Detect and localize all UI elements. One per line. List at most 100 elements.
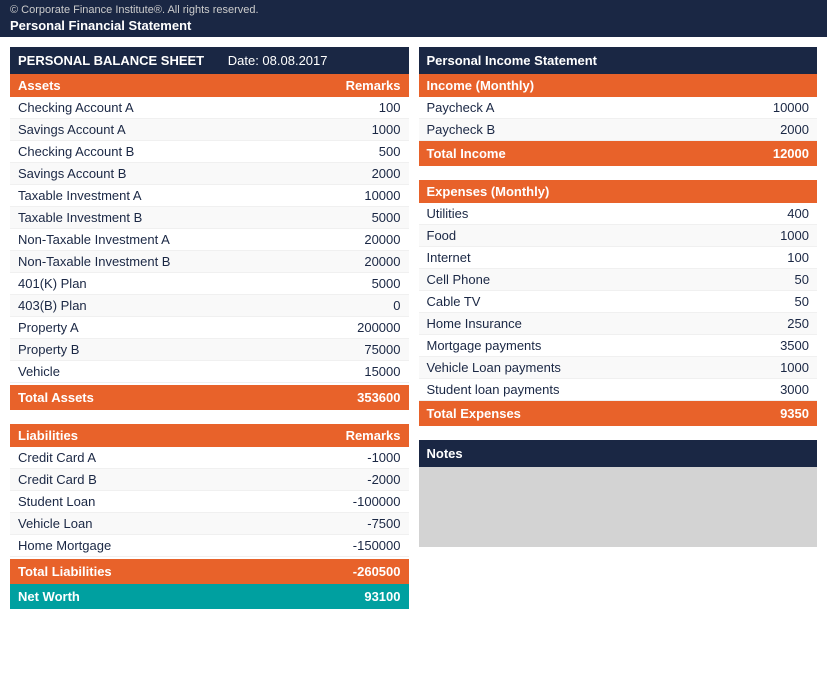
notes-label: Notes xyxy=(427,446,463,461)
expense-value: 400 xyxy=(787,206,809,221)
expense-value: 3500 xyxy=(780,338,809,353)
table-row: Cable TV 50 xyxy=(419,291,818,313)
asset-label: Non-Taxable Investment A xyxy=(18,232,170,247)
table-row: Paycheck A 10000 xyxy=(419,97,818,119)
expenses-monthly-header: Expenses (Monthly) xyxy=(419,180,818,203)
asset-label: Savings Account B xyxy=(18,166,126,181)
balance-sheet-header: PERSONAL BALANCE SHEET Date: 08.08.2017 xyxy=(10,47,409,74)
income-label: Paycheck A xyxy=(427,100,495,115)
table-row: Property B 75000 xyxy=(10,339,409,361)
table-row: Savings Account A 1000 xyxy=(10,119,409,141)
liabilities-remarks-label: Remarks xyxy=(346,428,401,443)
asset-value: 15000 xyxy=(364,364,400,379)
total-income-row: Total Income 12000 xyxy=(419,141,818,166)
asset-value: 100 xyxy=(379,100,401,115)
expense-label: Internet xyxy=(427,250,471,265)
expense-label: Home Insurance xyxy=(427,316,522,331)
app-title: Personal Financial Statement xyxy=(10,18,817,33)
net-worth-label: Net Worth xyxy=(18,589,80,604)
total-assets-row: Total Assets 353600 xyxy=(10,385,409,410)
liability-value: -100000 xyxy=(353,494,401,509)
table-row: Non-Taxable Investment A 20000 xyxy=(10,229,409,251)
asset-label: Property B xyxy=(18,342,79,357)
expense-label: Food xyxy=(427,228,457,243)
table-row: Non-Taxable Investment B 20000 xyxy=(10,251,409,273)
expense-value: 50 xyxy=(795,272,809,287)
total-liabilities-value: -260500 xyxy=(353,564,401,579)
total-expenses-value: 9350 xyxy=(780,406,809,421)
income-statement-header: Personal Income Statement xyxy=(419,47,818,74)
table-row: Taxable Investment B 5000 xyxy=(10,207,409,229)
liabilities-section: Liabilities Remarks Credit Card A -1000 … xyxy=(10,424,409,609)
asset-value: 1000 xyxy=(372,122,401,137)
liability-label: Credit Card B xyxy=(18,472,97,487)
asset-label: Taxable Investment B xyxy=(18,210,142,225)
expense-value: 50 xyxy=(795,294,809,309)
asset-value: 20000 xyxy=(364,232,400,247)
table-row: Home Insurance 250 xyxy=(419,313,818,335)
table-row: Food 1000 xyxy=(419,225,818,247)
balance-sheet-date: Date: 08.08.2017 xyxy=(228,53,328,68)
expense-label: Cell Phone xyxy=(427,272,491,287)
table-row: Credit Card A -1000 xyxy=(10,447,409,469)
expense-label: Vehicle Loan payments xyxy=(427,360,561,375)
asset-value: 20000 xyxy=(364,254,400,269)
table-row: Credit Card B -2000 xyxy=(10,469,409,491)
table-row: Checking Account B 500 xyxy=(10,141,409,163)
asset-label: 403(B) Plan xyxy=(18,298,87,313)
liability-label: Vehicle Loan xyxy=(18,516,92,531)
assets-list: Checking Account A 100 Savings Account A… xyxy=(10,97,409,383)
total-liabilities-row: Total Liabilities -260500 xyxy=(10,559,409,584)
asset-value: 75000 xyxy=(364,342,400,357)
income-value: 2000 xyxy=(780,122,809,137)
liabilities-list: Credit Card A -1000 Credit Card B -2000 … xyxy=(10,447,409,557)
total-liabilities-label: Total Liabilities xyxy=(18,564,112,579)
expense-label: Student loan payments xyxy=(427,382,560,397)
expense-value: 250 xyxy=(787,316,809,331)
notes-body xyxy=(419,467,818,547)
right-panel: Personal Income Statement Income (Monthl… xyxy=(419,47,818,609)
expenses-list: Utilities 400 Food 1000 Internet 100 Cel… xyxy=(419,203,818,401)
left-panel: PERSONAL BALANCE SHEET Date: 08.08.2017 … xyxy=(10,47,409,609)
table-row: Internet 100 xyxy=(419,247,818,269)
asset-label: 401(K) Plan xyxy=(18,276,87,291)
expense-value: 1000 xyxy=(780,228,809,243)
asset-value: 0 xyxy=(393,298,400,313)
liability-value: -2000 xyxy=(367,472,400,487)
asset-label: Property A xyxy=(18,320,79,335)
table-row: Taxable Investment A 10000 xyxy=(10,185,409,207)
net-worth-value: 93100 xyxy=(364,589,400,604)
table-row: Vehicle Loan payments 1000 xyxy=(419,357,818,379)
income-value: 10000 xyxy=(773,100,809,115)
liability-value: -150000 xyxy=(353,538,401,553)
table-row: Student loan payments 3000 xyxy=(419,379,818,401)
table-row: Student Loan -100000 xyxy=(10,491,409,513)
asset-label: Non-Taxable Investment B xyxy=(18,254,170,269)
liability-label: Home Mortgage xyxy=(18,538,111,553)
table-row: 403(B) Plan 0 xyxy=(10,295,409,317)
table-row: Vehicle 15000 xyxy=(10,361,409,383)
expense-value: 100 xyxy=(787,250,809,265)
expenses-monthly-label: Expenses (Monthly) xyxy=(427,184,550,199)
asset-label: Taxable Investment A xyxy=(18,188,142,203)
assets-label: Assets xyxy=(18,78,61,93)
total-assets-value: 353600 xyxy=(357,390,400,405)
table-row: Cell Phone 50 xyxy=(419,269,818,291)
asset-label: Checking Account B xyxy=(18,144,134,159)
table-row: 401(K) Plan 5000 xyxy=(10,273,409,295)
income-label: Paycheck B xyxy=(427,122,496,137)
notes-header: Notes xyxy=(419,440,818,467)
asset-value: 10000 xyxy=(364,188,400,203)
asset-label: Savings Account A xyxy=(18,122,126,137)
assets-col-header: Assets Remarks xyxy=(10,74,409,97)
income-statement-title: Personal Income Statement xyxy=(427,53,598,68)
expense-value: 1000 xyxy=(780,360,809,375)
expense-value: 3000 xyxy=(780,382,809,397)
table-row: Mortgage payments 3500 xyxy=(419,335,818,357)
liability-value: -1000 xyxy=(367,450,400,465)
asset-value: 5000 xyxy=(372,210,401,225)
expense-label: Mortgage payments xyxy=(427,338,542,353)
total-income-value: 12000 xyxy=(773,146,809,161)
asset-value: 200000 xyxy=(357,320,400,335)
table-row: Property A 200000 xyxy=(10,317,409,339)
